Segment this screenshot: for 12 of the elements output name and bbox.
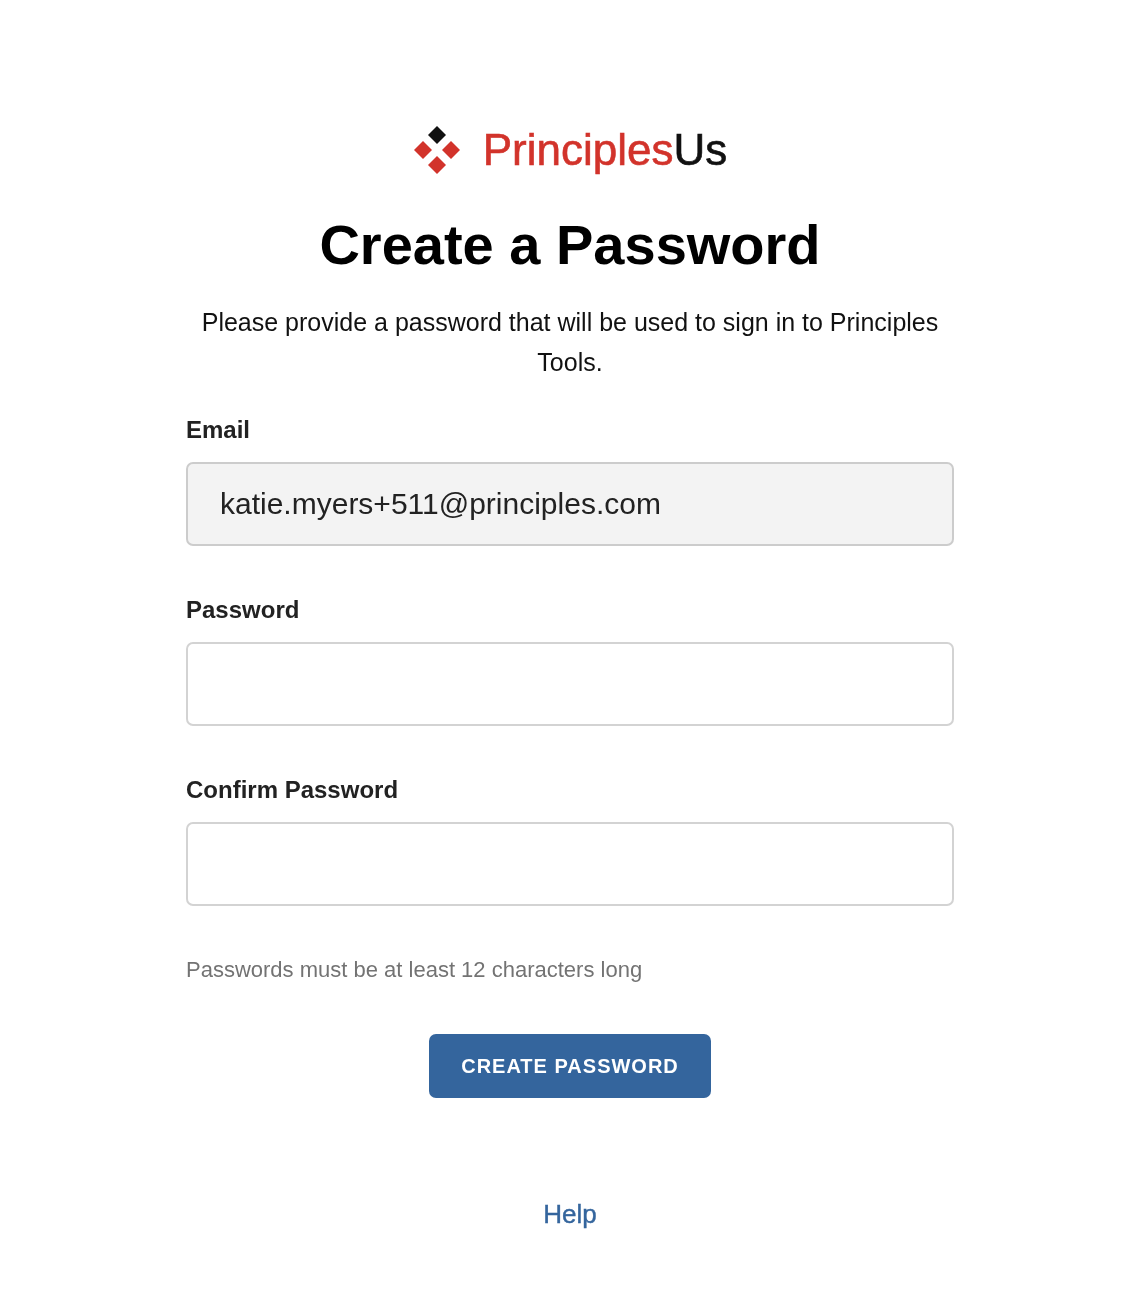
field-label: Email: [186, 416, 251, 444]
password-hint: Passwords must be at least 12 characters long: [186, 956, 643, 984]
logo-wordmark: PrinciplesUs: [482, 125, 728, 175]
input-field[interactable]: [186, 822, 954, 906]
diamond-logo-icon: [412, 126, 461, 174]
create-password-button[interactable]: CREATE PASSWORD: [429, 1034, 711, 1098]
input-field[interactable]: [186, 642, 954, 726]
page-title: Create a Password: [319, 213, 821, 277]
field-label: Password: [186, 596, 300, 624]
field-label: Confirm Password: [186, 776, 399, 804]
description-text: Please provide a password that will be used to sign in to Principles Tools.: [200, 307, 940, 378]
help-link[interactable]: Help: [543, 1198, 597, 1230]
